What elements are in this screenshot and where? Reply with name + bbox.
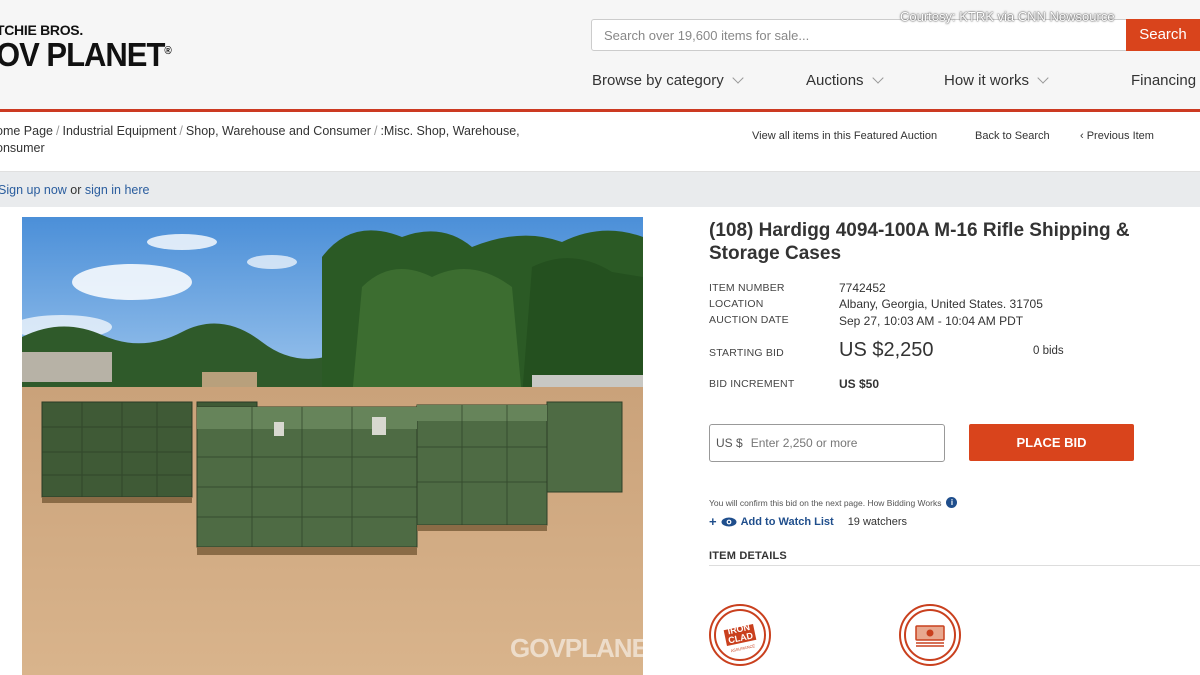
- ironclad-assurance-badge[interactable]: IRON CLAD ASSURANCE: [709, 604, 771, 666]
- signin-or: or: [66, 183, 85, 197]
- item-details-heading: ITEM DETAILS: [709, 550, 787, 562]
- plus-icon: +: [709, 514, 717, 529]
- signin-bar: Sign up now or sign in here: [0, 171, 1200, 207]
- breadcrumb-home[interactable]: ome Page: [0, 124, 53, 138]
- breadcrumb-separator: /: [179, 124, 183, 138]
- section-divider: [709, 565, 1200, 566]
- nav-how-it-works[interactable]: How it works: [944, 72, 1049, 89]
- starting-bid-label: STARTING BID: [709, 347, 784, 359]
- location-label: LOCATION: [709, 298, 764, 310]
- chevron-down-icon: [871, 72, 884, 84]
- breadcrumb-misc-shop[interactable]: :Misc. Shop, Warehouse,: [380, 124, 519, 138]
- trademark-mark: ®: [164, 45, 171, 58]
- nav-label: How it works: [944, 72, 1030, 89]
- chevron-down-icon: [732, 72, 744, 84]
- logo-brand-main[interactable]: OV PLANET®: [0, 36, 172, 75]
- breadcrumb-industrial-equipment[interactable]: Industrial Equipment: [62, 124, 176, 138]
- auction-date-value: Sep 27, 10:03 AM - 10:04 AM PDT: [839, 314, 1024, 328]
- money-icon: [904, 609, 956, 661]
- search-button[interactable]: Search: [1126, 19, 1200, 51]
- ironclad-icon: IRON CLAD ASSURANCE: [714, 609, 766, 661]
- item-photo-graphic: [22, 217, 643, 675]
- nav-label: Auctions: [806, 72, 864, 89]
- bid-count: 0 bids: [1033, 345, 1064, 357]
- financing-badge[interactable]: [899, 604, 961, 666]
- watch-list-link[interactable]: Add to Watch List: [741, 516, 834, 528]
- view-featured-auction-link[interactable]: View all items in this Featured Auction: [752, 130, 937, 142]
- breadcrumb-shop-warehouse-consumer[interactable]: Shop, Warehouse and Consumer: [186, 124, 371, 138]
- photo-watermark: GOVPLANET: [510, 633, 664, 663]
- signin-prompt: Sign up now or sign in here: [0, 183, 150, 197]
- nav-auctions[interactable]: Auctions: [806, 72, 884, 89]
- location-value: Albany, Georgia, United States. 31705: [839, 297, 1043, 311]
- sign-in-link[interactable]: sign in here: [85, 183, 150, 197]
- back-to-search-link[interactable]: Back to Search: [975, 130, 1050, 142]
- breadcrumb-misc-shop-tail[interactable]: onsumer: [0, 141, 45, 155]
- info-icon[interactable]: i: [946, 497, 958, 508]
- chevron-down-icon: [1037, 72, 1049, 84]
- previous-item-link[interactable]: ‹ Previous Item: [1080, 130, 1154, 142]
- video-courtesy-caption: Courtesy: KTRK via CNN Newsource: [900, 9, 1115, 24]
- bid-confirm-note: You will confirm this bid on the next pa…: [709, 497, 958, 508]
- watcher-count: 19 watchers: [847, 515, 907, 528]
- add-to-watch-list[interactable]: + Add to Watch List 19 watchers: [709, 514, 907, 529]
- item-photo[interactable]: [22, 217, 643, 675]
- breadcrumb: ome Page / Industrial Equipment / Shop, Ware…: [0, 123, 596, 157]
- nav-browse-by-category[interactable]: Browse by category: [592, 72, 744, 89]
- auction-date-label: AUCTION DATE: [709, 314, 789, 326]
- nav-label: Browse by category: [592, 72, 724, 89]
- bid-amount-input[interactable]: [750, 436, 931, 450]
- breadcrumb-separator: /: [373, 124, 378, 138]
- nav-financing[interactable]: Financing: [1131, 72, 1196, 89]
- bid-increment-label: BID INCREMENT: [709, 378, 795, 390]
- eye-icon: [721, 517, 737, 526]
- breadcrumb-separator: /: [55, 124, 60, 138]
- sign-up-link[interactable]: Sign up now: [0, 183, 67, 197]
- bid-amount-field[interactable]: US $: [709, 424, 945, 462]
- listing-title: (108) Hardigg 4094-100A M-16 Rifle Shipp…: [709, 220, 1130, 264]
- place-bid-button[interactable]: PLACE BID: [969, 424, 1134, 461]
- bid-confirm-text[interactable]: You will confirm this bid on the next pa…: [709, 498, 941, 508]
- item-number-value: 7742452: [839, 281, 886, 295]
- currency-prefix: US $: [716, 436, 743, 450]
- nav-label: Financing: [1131, 72, 1197, 89]
- bid-increment-value: US $50: [839, 377, 880, 391]
- item-number-label: ITEM NUMBER: [709, 282, 785, 294]
- starting-bid-value: US $2,250: [839, 339, 934, 361]
- logo-brand-text: OV PLANET: [0, 36, 165, 74]
